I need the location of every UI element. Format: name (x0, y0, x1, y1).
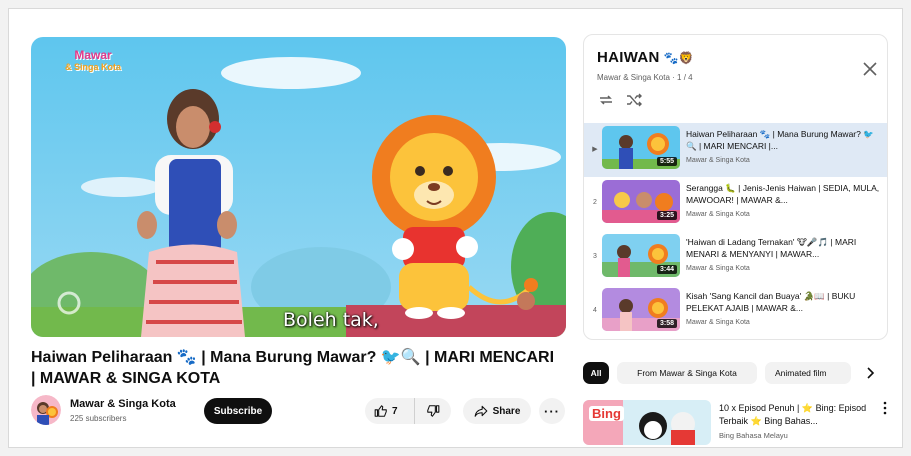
thumbs-up-icon (374, 405, 387, 417)
share-button[interactable]: Share (463, 398, 531, 424)
like-dislike-group: 7 (365, 398, 451, 424)
playlist-item-index: 4 (593, 307, 597, 314)
playlist-item-channel: Mawar & Singa Kota (686, 265, 750, 272)
subscribe-button[interactable]: Subscribe (204, 398, 272, 424)
subscriber-count: 225 subscribers (70, 414, 127, 423)
playlist-panel: HAIWAN 🐾🦁 Mawar & Singa Kota · 1 / 4 ▶ 5… (583, 34, 888, 340)
channel-name[interactable]: Mawar & Singa Kota (70, 398, 176, 410)
playlist-item-title: 'Haiwan di Ladang Ternakan' 🐮🎤🎵 | MARI M… (686, 237, 857, 259)
video-subtitle: Boleh tak, (283, 309, 379, 331)
playlist-item-channel: Mawar & Singa Kota (686, 157, 750, 164)
loop-icon[interactable] (598, 93, 614, 107)
recommendation-channel: Bing Bahasa Melayu (719, 431, 788, 440)
channel-avatar[interactable] (31, 395, 61, 425)
playlist-item-channel: Mawar & Singa Kota (686, 319, 750, 326)
playlist-title[interactable]: HAIWAN 🐾🦁 (597, 49, 694, 66)
playlist-item-index: ▶ (592, 146, 598, 153)
playlist-title-text: HAIWAN (597, 49, 660, 66)
more-vertical-icon[interactable] (882, 401, 888, 415)
recommendation-thumbnail[interactable]: Bing (583, 400, 711, 445)
chip-all[interactable]: All (583, 362, 609, 384)
chevron-right-icon[interactable] (861, 364, 879, 382)
playlist-item-title: Serangga 🐛 | Jenis-Jenis Haiwan | SEDIA,… (686, 183, 880, 205)
playlist-item-index: 2 (593, 199, 597, 206)
share-label: Share (492, 405, 521, 417)
playlist-item[interactable]: 4 3:58 Kisah 'Sang Kancil dan Buaya' 🐊📖 … (584, 285, 887, 339)
shuffle-icon[interactable] (626, 93, 642, 107)
logo-line-2: & Singa Kota (65, 62, 122, 72)
video-frame (31, 37, 566, 337)
playlist-item-duration: 3:25 (656, 211, 677, 220)
video-player[interactable]: Mawar & Singa Kota Boleh tak, (31, 37, 566, 337)
chip-animated[interactable]: Animated film (765, 362, 851, 384)
close-icon[interactable] (862, 61, 878, 77)
more-icon: ··· (544, 403, 560, 419)
playlist-item-thumbnail: 3:58 (602, 288, 680, 331)
playlist-item-title: Kisah 'Sang Kancil dan Buaya' 🐊📖 | BUKU … (686, 291, 856, 313)
playlist-item-channel: Mawar & Singa Kota (686, 211, 750, 218)
playlist-item-thumbnail: 5:55 (602, 126, 680, 169)
video-title: Haiwan Peliharaan 🐾 | Mana Burung Mawar?… (31, 349, 555, 387)
dislike-button[interactable] (415, 398, 451, 424)
playlist-item-duration: 5:55 (656, 157, 677, 166)
playlist-item[interactable]: 2 3:25 Serangga 🐛 | Jenis-Jenis Haiwan |… (584, 177, 887, 231)
logo-line-1: Mawar (74, 48, 112, 62)
playlist-item-duration: 3:44 (656, 265, 677, 274)
playlist-item-index: 3 (593, 253, 597, 260)
playlist-item[interactable]: ▶ 5:55 Haiwan Peliharaan 🐾 | Mana Burung… (584, 123, 887, 177)
playlist-item-title: Haiwan Peliharaan 🐾 | Mana Burung Mawar?… (686, 129, 874, 151)
thumbs-down-icon (427, 405, 440, 417)
chip-from-channel[interactable]: From Mawar & Singa Kota (617, 362, 757, 384)
share-icon (474, 405, 487, 417)
recommendation-title[interactable]: 10 x Episod Penuh | ⭐ Bing: Episod Terba… (719, 402, 879, 428)
more-actions-button[interactable]: ··· (539, 398, 565, 424)
channel-logo-watermark: Mawar & Singa Kota (65, 49, 121, 73)
playlist-title-emoji: 🐾🦁 (663, 50, 695, 65)
youtube-watch-page: Mawar & Singa Kota Boleh tak, Haiwan Pel… (8, 8, 903, 448)
recommendation-thumb-logo: Bing (589, 406, 624, 421)
playlist-item-duration: 3:58 (656, 319, 677, 328)
playlist-item[interactable]: 3 3:44 'Haiwan di Ladang Ternakan' 🐮🎤🎵 |… (584, 231, 887, 285)
playlist-subtitle: Mawar & Singa Kota · 1 / 4 (597, 73, 693, 82)
playlist-item-thumbnail: 3:25 (602, 180, 680, 223)
like-count: 7 (392, 405, 398, 417)
like-button[interactable]: 7 (365, 398, 415, 424)
playlist-item-thumbnail: 3:44 (602, 234, 680, 277)
